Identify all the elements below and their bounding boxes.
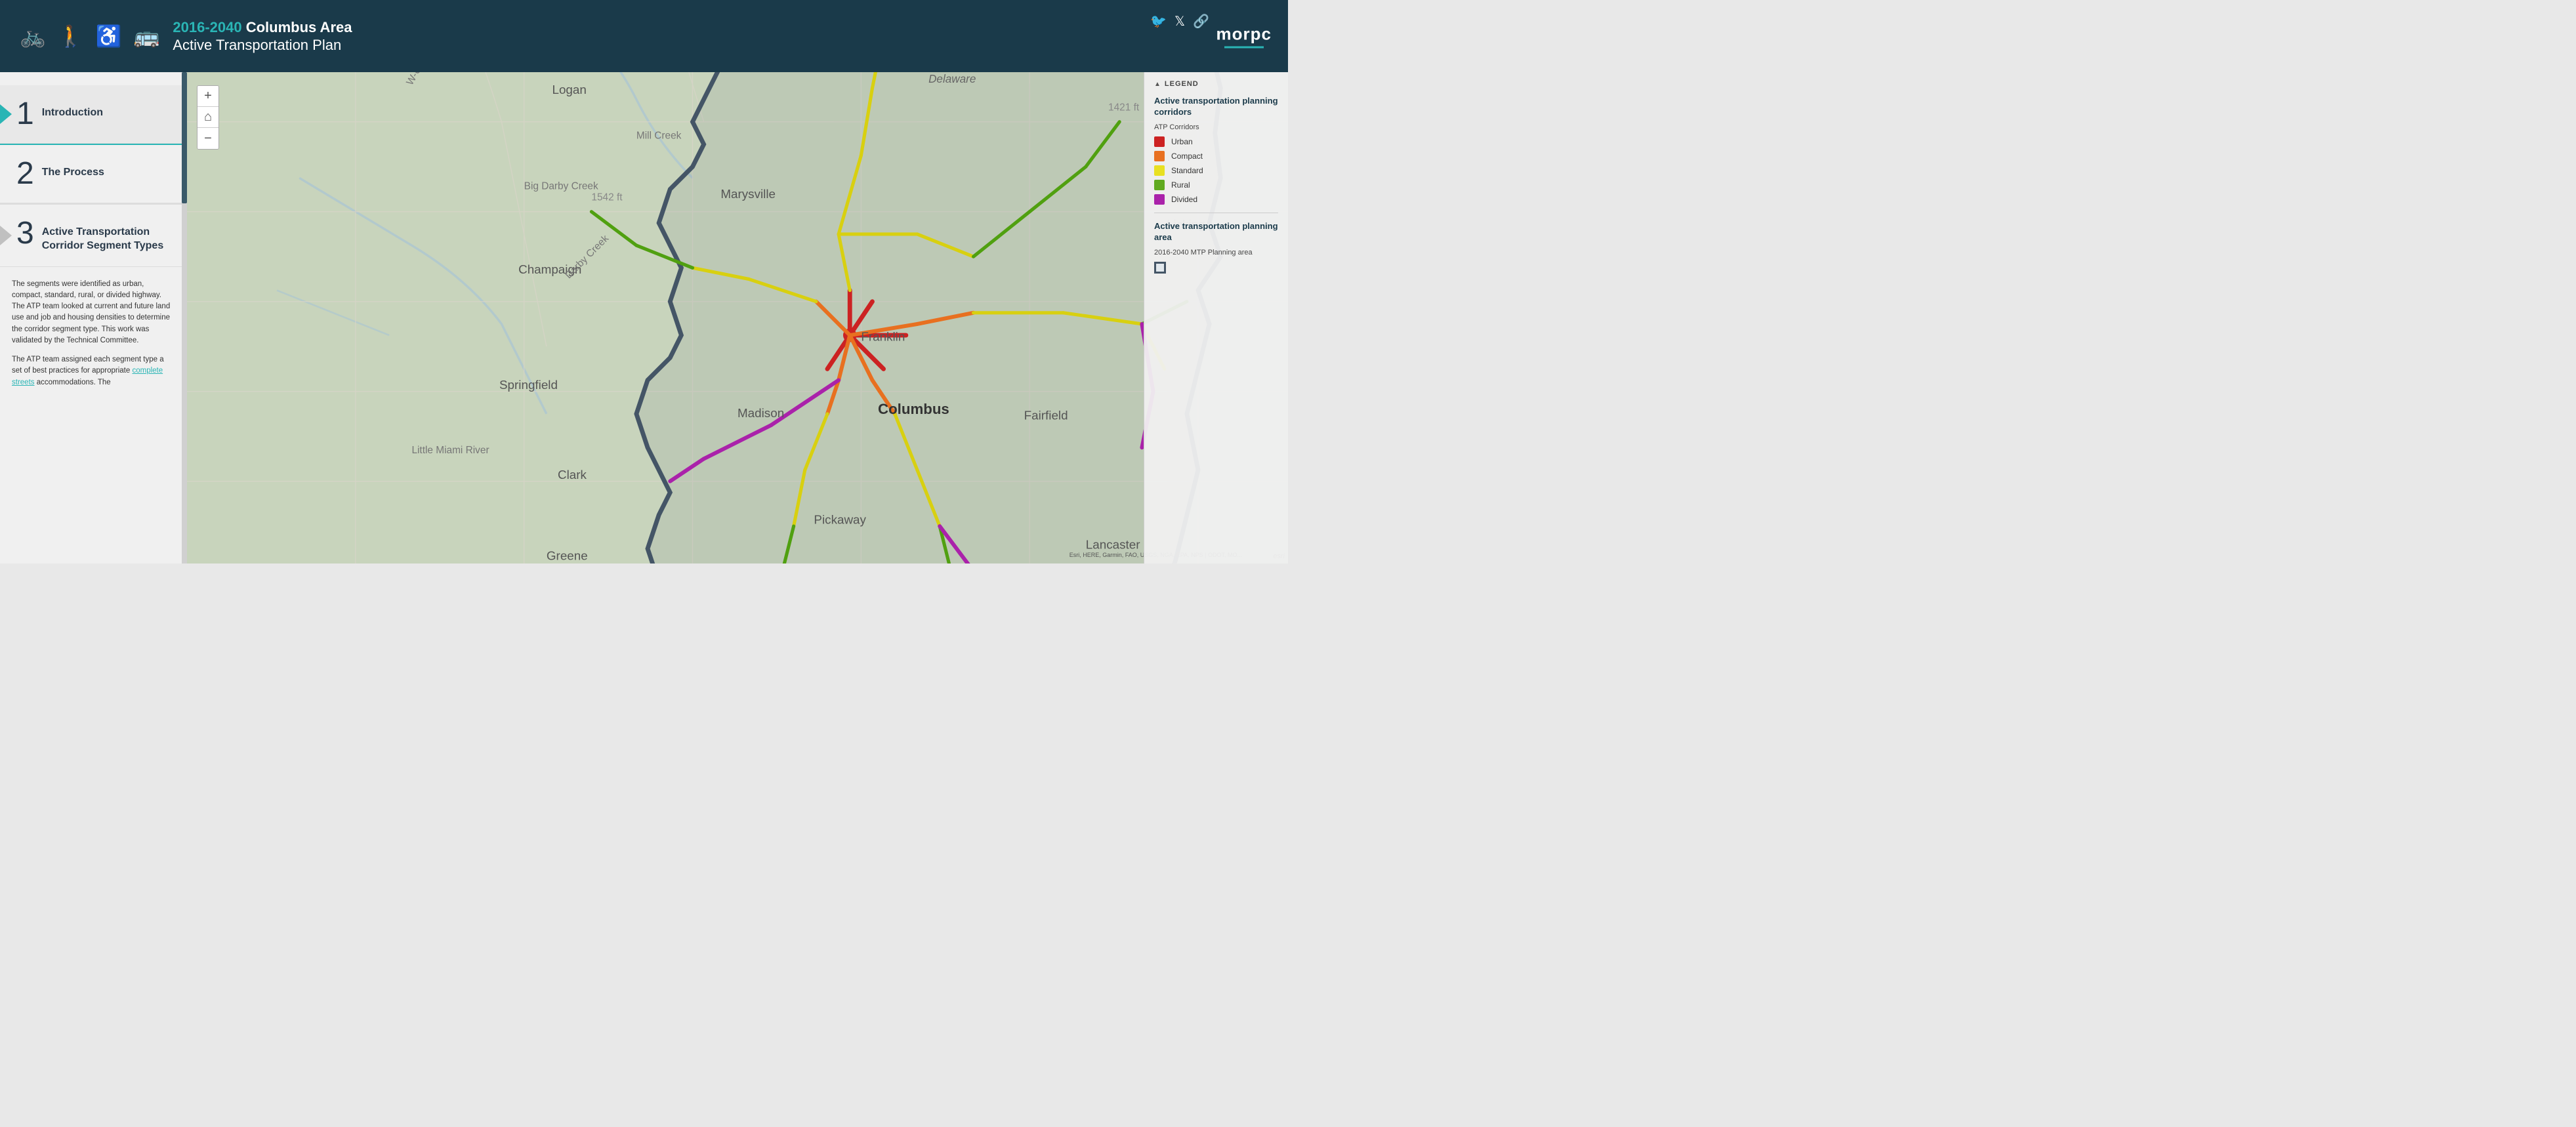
main-container: 1 Introduction 2 The Process 3 Active Tr…	[0, 72, 1288, 564]
svg-text:1421 ft: 1421 ft	[1108, 102, 1140, 113]
svg-text:Marysville: Marysville	[720, 187, 776, 201]
sidebar-scrollbar-thumb[interactable]	[182, 72, 187, 203]
logo-text: morpc	[1216, 24, 1272, 45]
header-title-line2: Active Transportation Plan	[173, 37, 352, 54]
description-p2: The ATP team assigned each segment type …	[12, 354, 175, 388]
inactive-arrow-indicator	[0, 226, 12, 245]
facebook-icon[interactable]: 🐦	[1150, 13, 1167, 30]
legend-planning-area-label: 2016-2040 MTP Planning area	[1154, 249, 1278, 256]
nav-label-process: The Process	[42, 158, 104, 180]
legend-panel: ▲ LEGEND Active transportation planning …	[1144, 72, 1288, 564]
home-button[interactable]: ⌂	[197, 107, 218, 128]
svg-text:Lancaster: Lancaster	[1086, 537, 1140, 551]
header-icon-group: 🚲 🚶 ♿ 🚌	[20, 24, 159, 49]
map-svg: Marion Morrow Knox Union Delaware Delawa…	[187, 72, 1288, 564]
legend-item-compact: Compact	[1154, 151, 1278, 161]
header-title-block: 2016-2040 Columbus Area Active Transport…	[173, 18, 352, 54]
zoom-in-button[interactable]: +	[197, 86, 218, 107]
legend-chevron-icon: ▲	[1154, 81, 1161, 88]
morpc-logo: morpc	[1216, 24, 1272, 49]
legend-item-urban: Urban	[1154, 136, 1278, 147]
sidebar-scrollbar[interactable]	[182, 72, 187, 564]
svg-text:Columbus: Columbus	[878, 401, 949, 417]
divided-swatch	[1154, 194, 1165, 205]
sidebar: 1 Introduction 2 The Process 3 Active Tr…	[0, 72, 187, 564]
compact-swatch	[1154, 151, 1165, 161]
svg-text:Greene: Greene	[547, 548, 588, 562]
svg-text:Little Miami River: Little Miami River	[411, 445, 489, 456]
svg-text:Franklin: Franklin	[861, 330, 905, 344]
svg-text:Springfield: Springfield	[499, 378, 558, 392]
svg-text:Mill Creek: Mill Creek	[636, 130, 682, 141]
app-header: 🚲 🚶 ♿ 🚌 2016-2040 Columbus Area Active T…	[0, 0, 1288, 72]
walk-icon: 🚶	[58, 24, 84, 49]
map-controls: + ⌂ −	[197, 85, 219, 150]
header-year: 2016-2040	[173, 19, 241, 35]
legend-section2-title: Active transportation planning area	[1154, 221, 1278, 243]
legend-item-divided: Divided	[1154, 194, 1278, 205]
svg-text:1542 ft: 1542 ft	[591, 192, 623, 203]
link-icon[interactable]: 🔗	[1193, 13, 1209, 30]
twitter-icon[interactable]: 𝕏	[1174, 13, 1185, 30]
legend-item-standard: Standard	[1154, 165, 1278, 176]
svg-text:Clark: Clark	[558, 468, 587, 482]
legend-title: LEGEND	[1165, 80, 1199, 88]
wheelchair-icon: ♿	[96, 24, 122, 49]
legend-section1-title: Active transportation planning corridors	[1154, 96, 1278, 118]
active-arrow-indicator	[0, 104, 12, 124]
description-p1: The segments were identified as urban, c…	[12, 279, 175, 347]
bike-icon: 🚲	[20, 24, 46, 49]
svg-text:Big Darby Creek: Big Darby Creek	[524, 180, 598, 192]
sidebar-item-process[interactable]: 2 The Process	[0, 145, 187, 203]
nav-number-1: 1	[16, 98, 34, 130]
sidebar-item-introduction[interactable]: 1 Introduction	[0, 85, 187, 144]
logo-underline	[1224, 47, 1264, 49]
rural-swatch	[1154, 180, 1165, 190]
compact-label: Compact	[1171, 152, 1203, 161]
header-title-rest: Columbus Area	[242, 19, 352, 35]
nav-number-2: 2	[16, 158, 34, 190]
zoom-out-button[interactable]: −	[197, 128, 218, 149]
legend-subsection1: ATP Corridors	[1154, 123, 1278, 131]
urban-swatch	[1154, 136, 1165, 147]
divided-label: Divided	[1171, 195, 1197, 204]
standard-label: Standard	[1171, 166, 1203, 175]
sidebar-description: The segments were identified as urban, c…	[0, 267, 187, 388]
planning-area-swatch	[1154, 262, 1166, 274]
rural-label: Rural	[1171, 180, 1190, 190]
nav-label-introduction: Introduction	[42, 98, 103, 120]
legend-item-rural: Rural	[1154, 180, 1278, 190]
svg-text:Logan: Logan	[552, 83, 586, 96]
map-container[interactable]: Marion Morrow Knox Union Delaware Delawa…	[187, 72, 1288, 564]
svg-text:Fairfield: Fairfield	[1024, 408, 1068, 422]
nav-number-3: 3	[16, 218, 34, 249]
bus-icon: 🚌	[134, 24, 160, 49]
standard-swatch	[1154, 165, 1165, 176]
legend-header: ▲ LEGEND	[1154, 80, 1278, 88]
legend-item-planning-area	[1154, 262, 1278, 274]
svg-text:Madison: Madison	[737, 406, 784, 420]
sidebar-item-corridor[interactable]: 3 Active Transportation Corridor Segment…	[0, 205, 187, 267]
description-p2-end: accommodations. The	[37, 379, 111, 386]
nav-label-corridor: Active Transportation Corridor Segment T…	[42, 218, 174, 253]
header-social-icons: 🐦 𝕏 🔗	[1150, 13, 1209, 30]
urban-label: Urban	[1171, 137, 1193, 146]
svg-text:Pickaway: Pickaway	[814, 513, 866, 527]
svg-text:Delaware: Delaware	[928, 73, 976, 85]
